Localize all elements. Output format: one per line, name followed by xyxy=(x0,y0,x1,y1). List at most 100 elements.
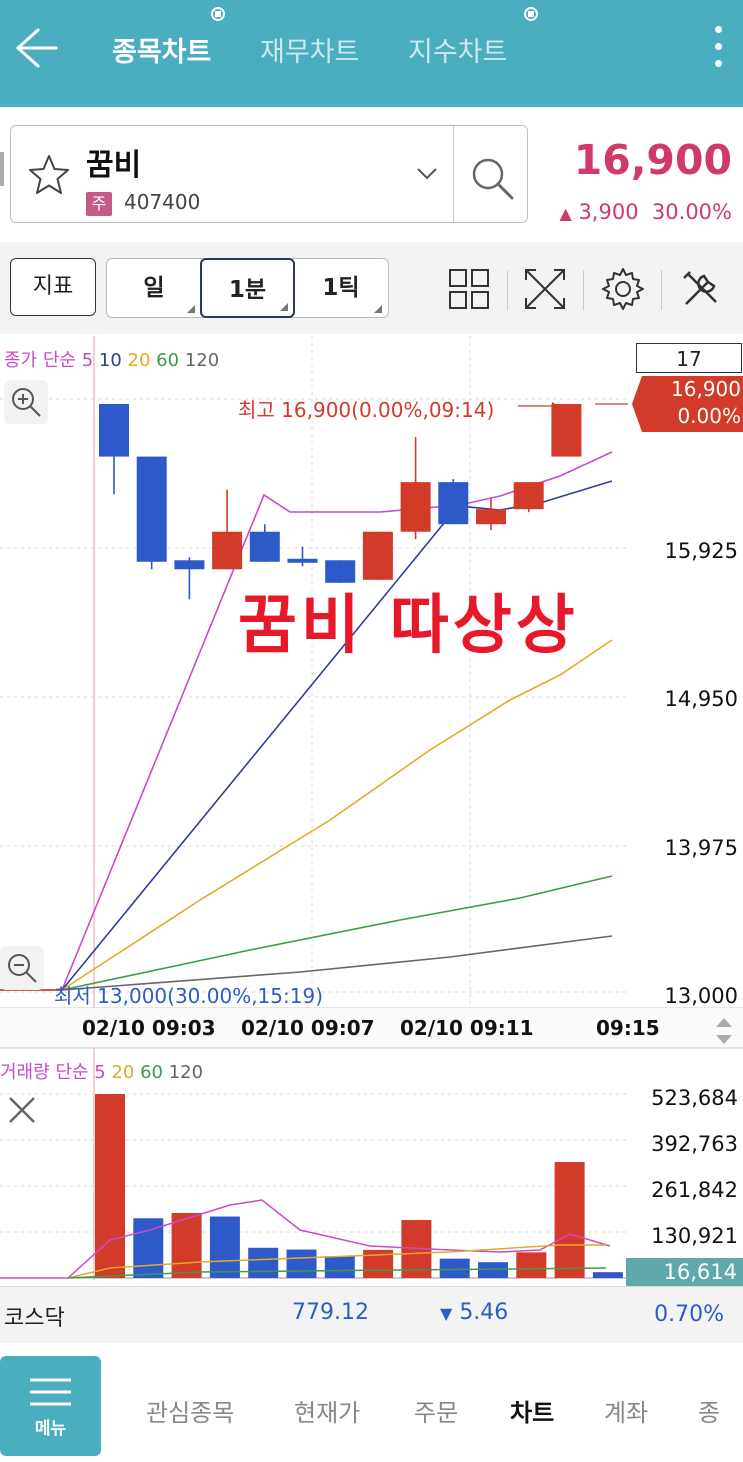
volume-bar xyxy=(439,1258,470,1278)
nav-watchlist[interactable]: 관심종목 xyxy=(146,1393,234,1428)
index-percent: 0.70% xyxy=(654,1302,724,1327)
moving-average-lines xyxy=(0,451,613,991)
volume-legend: 거래량 단순 5 20 60 120 xyxy=(0,1058,203,1084)
volume-bar xyxy=(324,1256,355,1278)
candle-body xyxy=(438,482,469,525)
candle-body xyxy=(212,531,243,570)
tools-icon[interactable] xyxy=(678,266,724,312)
candle-body xyxy=(513,482,544,510)
volume-bar xyxy=(478,1262,508,1278)
sync-icon xyxy=(521,4,541,24)
volume-tick-label: 523,684 xyxy=(651,1086,738,1110)
chevron-down-icon[interactable] xyxy=(414,162,440,184)
menu-label: 메뉴 xyxy=(34,1419,67,1439)
legend-vma60: 60 xyxy=(140,1062,163,1083)
period-day-button[interactable]: 일 xyxy=(108,258,200,318)
nav-account[interactable]: 계좌 xyxy=(604,1393,648,1428)
zoom-out-icon[interactable] xyxy=(0,946,44,990)
legend-vma5: 5 xyxy=(94,1062,106,1083)
current-price-tag: 16,900 0.00% xyxy=(632,376,743,432)
legend-ma10: 10 xyxy=(98,350,122,371)
legend-vma120: 120 xyxy=(168,1062,204,1083)
nav-current-price[interactable]: 현재가 xyxy=(294,1393,360,1428)
period-label: 일 xyxy=(143,275,165,301)
side-handle[interactable] xyxy=(0,152,4,186)
ma-line-60 xyxy=(61,875,613,991)
more-menu-icon[interactable] xyxy=(708,26,728,78)
current-volume-tag: 16,614 xyxy=(626,1258,743,1286)
candle-body xyxy=(136,456,167,562)
volume-bar xyxy=(209,1216,240,1278)
stock-name: 꿈비 xyxy=(86,148,142,183)
divider xyxy=(661,270,662,310)
y-tick-label: 13,000 xyxy=(664,984,738,1008)
legend-prefix: 거래량 단순 xyxy=(0,1062,89,1083)
volume-tick-label: 392,763 xyxy=(651,1132,738,1156)
candle-body xyxy=(362,531,393,580)
tab-financial-chart[interactable]: 재무차트 xyxy=(260,30,359,69)
sync-icon xyxy=(208,4,228,24)
price-legend: 종가 단순 5 10 20 60 120 xyxy=(4,346,219,372)
fullscreen-icon[interactable] xyxy=(522,266,568,312)
index-name: 코스닥 xyxy=(4,1306,65,1331)
volume-bar xyxy=(554,1162,585,1278)
overlay-caption: 꿈비 따상상 xyxy=(238,589,579,663)
nav-order[interactable]: 주문 xyxy=(414,1393,458,1428)
nav-more[interactable]: 종 xyxy=(698,1393,720,1428)
y-tick-label: 14,950 xyxy=(664,687,738,711)
close-icon[interactable] xyxy=(6,1094,38,1126)
x-tick-label: 09:15 xyxy=(596,1016,660,1040)
tag-percent: 0.00% xyxy=(677,404,741,428)
legend-ma20: 20 xyxy=(127,350,151,371)
nav-chart[interactable]: 차트 xyxy=(510,1393,554,1428)
up-triangle-icon: ▲ xyxy=(559,204,572,223)
change-percent: 30.00% xyxy=(651,200,732,224)
period-1min-button[interactable]: 1분 xyxy=(200,258,295,318)
index-change-amount: 5.46 xyxy=(459,1300,509,1325)
volume-bar xyxy=(171,1212,202,1278)
divider xyxy=(583,270,584,310)
x-tick-label: 02/10 09:11 xyxy=(400,1016,534,1040)
zoom-in-icon[interactable] xyxy=(4,380,48,424)
tab-stock-chart[interactable]: 종목차트 xyxy=(112,30,211,69)
volume-bar xyxy=(516,1252,547,1278)
layout-grid-icon[interactable] xyxy=(446,266,492,312)
star-icon[interactable] xyxy=(26,152,72,198)
tag-price: 16,900 xyxy=(671,377,741,401)
gear-icon[interactable] xyxy=(600,266,646,312)
ma-line-20 xyxy=(61,639,613,991)
period-label: 1틱 xyxy=(322,275,360,301)
legend-prefix: 종가 단순 xyxy=(4,350,76,371)
candle-body xyxy=(551,404,582,457)
x-tick-label: 02/10 09:03 xyxy=(82,1016,216,1040)
volume-tick-label: 261,842 xyxy=(651,1178,738,1202)
volume-tick-label: 130,921 xyxy=(651,1224,738,1248)
hamburger-icon xyxy=(30,1378,71,1406)
legend-vma20: 20 xyxy=(111,1062,135,1083)
x-tick-label: 02/10 09:07 xyxy=(241,1016,375,1040)
candle-body xyxy=(174,560,205,570)
market-badge: 주 xyxy=(86,192,112,216)
volume-bar xyxy=(248,1247,279,1278)
stock-code: 407400 xyxy=(124,190,201,214)
divider xyxy=(453,126,454,222)
menu-button[interactable] xyxy=(0,1356,101,1456)
period-1tick-button[interactable]: 1틱 xyxy=(295,258,387,318)
y-tick-label: 13,975 xyxy=(664,836,738,860)
high-annotation: 최고 16,900(0.00%,09:14) xyxy=(238,398,495,422)
scroll-arrows-icon[interactable] xyxy=(713,1014,735,1048)
candle-count-box: 17 xyxy=(636,343,742,373)
candle-body xyxy=(400,482,431,532)
change-amount: 3,900 xyxy=(578,200,639,224)
index-value: 779.12 xyxy=(292,1300,369,1325)
candle-body xyxy=(99,404,129,457)
search-icon[interactable] xyxy=(466,152,518,204)
current-price: 16,900 xyxy=(573,136,732,184)
legend-ma120: 120 xyxy=(184,350,220,371)
tab-index-chart[interactable]: 지수차트 xyxy=(408,30,507,69)
legend-ma60: 60 xyxy=(156,350,180,371)
y-tick-label: 15,925 xyxy=(664,539,738,563)
back-arrow-icon[interactable] xyxy=(12,22,60,74)
indicator-button[interactable]: 지표 xyxy=(10,258,96,316)
period-label: 1분 xyxy=(228,277,267,303)
